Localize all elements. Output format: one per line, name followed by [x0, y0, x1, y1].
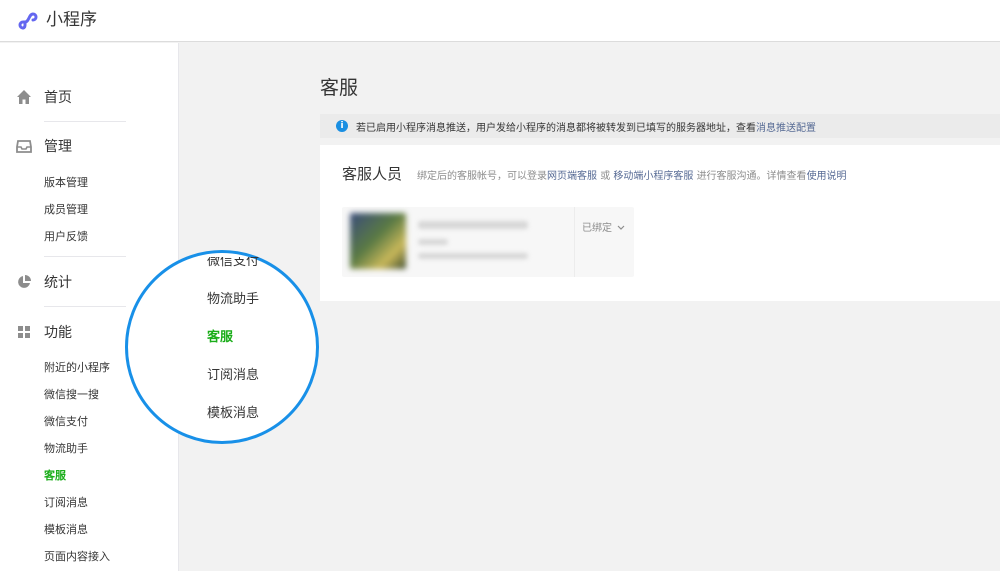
- bind-status-label: 已绑定: [582, 223, 612, 234]
- staff-card: 已绑定: [342, 207, 634, 277]
- desc-text: 绑定后的客服帐号，可以登录: [417, 171, 547, 182]
- sidebar-item-customer-service[interactable]: 客服: [44, 469, 66, 483]
- web-customer-service-link[interactable]: 网页端客服: [547, 171, 597, 182]
- chevron-down-icon: [617, 225, 625, 230]
- divider: [44, 306, 126, 307]
- sidebar-item-template-message[interactable]: 模板消息: [44, 523, 88, 537]
- app-title: 小程序: [46, 10, 97, 30]
- sidebar-item-label: 统计: [44, 275, 72, 291]
- panel-description: 绑定后的客服帐号，可以登录网页端客服 或 移动端小程序客服 进行客服沟通。详情查…: [417, 167, 847, 182]
- usage-guide-link[interactable]: 使用说明: [807, 171, 847, 182]
- sidebar-item-subscribe-message[interactable]: 订阅消息: [44, 496, 88, 510]
- sidebar-item-wechat-search[interactable]: 微信搜一搜: [44, 388, 99, 402]
- blurred-detail: [418, 253, 528, 259]
- blurred-name: [418, 221, 528, 229]
- blurred-detail: [418, 239, 448, 245]
- sidebar-item-user-feedback[interactable]: 用户反馈: [44, 230, 88, 244]
- grid-icon: [18, 326, 30, 338]
- notice-bar: i 若已启用小程序消息推送，用户发给小程序的消息都将被转发到已填写的服务器地址，…: [320, 114, 1000, 138]
- sidebar-item-wechat-pay[interactable]: 微信支付: [44, 415, 88, 429]
- avatar: [350, 213, 406, 269]
- message-push-config-link[interactable]: 消息推送配置: [756, 119, 816, 134]
- sidebar-item-home[interactable]: 首页: [16, 86, 126, 108]
- sidebar-item-member-manage[interactable]: 成员管理: [44, 203, 88, 217]
- sidebar-item-manage[interactable]: 管理: [16, 135, 126, 157]
- sidebar-item-nearby-mini-program[interactable]: 附近的小程序: [44, 361, 110, 375]
- sidebar-item-logistics[interactable]: 物流助手: [44, 442, 88, 456]
- mini-program-logo-icon[interactable]: [16, 9, 40, 33]
- top-bar: 小程序: [0, 0, 1000, 42]
- inbox-icon: [16, 140, 32, 153]
- page-title: 客服: [320, 77, 359, 99]
- divider: [44, 256, 126, 257]
- callout-item-logistics: 物流助手: [207, 292, 260, 307]
- card-divider: [574, 207, 575, 277]
- callout-item-customer-service: 客服: [207, 330, 234, 345]
- divider: [44, 121, 126, 122]
- sidebar-item-label: 首页: [44, 90, 72, 106]
- pie-chart-icon: [18, 275, 31, 288]
- sidebar-item-page-content[interactable]: 页面内容接入: [44, 550, 110, 564]
- sidebar-item-features[interactable]: 功能: [16, 321, 126, 343]
- sidebar-item-label: 管理: [44, 139, 72, 155]
- home-icon: [17, 90, 31, 104]
- desc-text: 进行客服沟通。详情查看: [696, 171, 807, 182]
- mobile-customer-service-link[interactable]: 移动端小程序客服: [613, 171, 693, 182]
- panel-title: 客服人员: [342, 165, 403, 183]
- bind-status-dropdown[interactable]: 已绑定: [582, 219, 625, 234]
- sidebar-item-version-manage[interactable]: 版本管理: [44, 176, 88, 190]
- info-icon: i: [336, 120, 348, 132]
- customer-service-panel: 客服人员 绑定后的客服帐号，可以登录网页端客服 或 移动端小程序客服 进行客服沟…: [320, 145, 1000, 301]
- callout-item-template-message: 模板消息: [207, 406, 260, 421]
- notice-text: 若已启用小程序消息推送，用户发给小程序的消息都将被转发到已填写的服务器地址，查看: [356, 122, 756, 134]
- callout-item-subscribe-message: 订阅消息: [207, 368, 260, 383]
- sidebar-item-stats[interactable]: 统计: [16, 271, 126, 293]
- sidebar-item-label: 功能: [44, 325, 72, 341]
- desc-text: 或: [600, 171, 611, 182]
